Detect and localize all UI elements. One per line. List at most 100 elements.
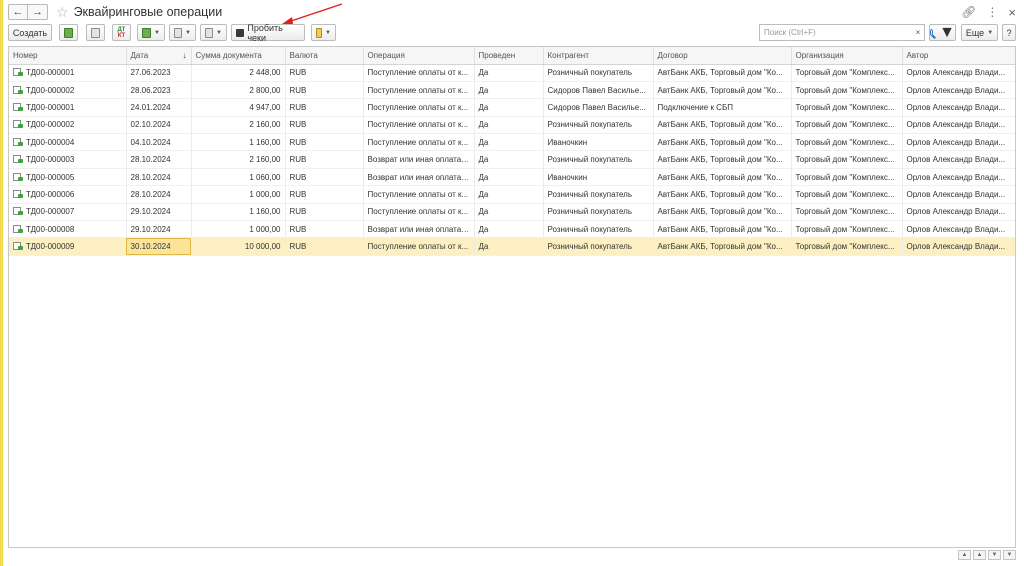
star-icon[interactable]: ☆ (56, 4, 69, 20)
create-button[interactable]: Создать (8, 24, 52, 41)
cell-contract[interactable]: АвтБанк АКБ, Торговый дом "Ко... (653, 133, 792, 152)
table-row[interactable]: ТД00-000009 30.10.2024 10 000,00 RUB Поступл… (9, 237, 1015, 256)
copy-button[interactable] (59, 24, 78, 41)
reports-button[interactable]: ▼ (169, 24, 196, 41)
create-based-on-button[interactable]: ▼ (137, 24, 165, 41)
cell-counterparty[interactable]: Розничный покупатель (543, 203, 654, 222)
cell-author[interactable]: Орлов Александр Влади... (902, 168, 1015, 187)
cell-author[interactable]: Орлов Александр Влади... (902, 150, 1015, 169)
cell-currency[interactable]: RUB (285, 168, 364, 187)
cell-sum[interactable]: 1 060,00 (191, 168, 286, 187)
column-header-counterparty[interactable]: Контрагент (543, 47, 654, 65)
cell-counterparty[interactable]: Розничный покупатель (543, 116, 654, 135)
table-row[interactable]: ТД00-000003 28.10.2024 2 160,00 RUB Возврат … (9, 150, 1015, 169)
cell-organization[interactable]: Торговый дом "Комплекс... (791, 185, 903, 204)
column-header-organization[interactable]: Организация (791, 47, 903, 65)
cell-sum[interactable]: 1 000,00 (191, 185, 286, 204)
cell-organization[interactable]: Торговый дом "Комплекс... (791, 98, 903, 117)
cell-currency[interactable]: RUB (285, 98, 364, 117)
column-header-date[interactable]: Дата ↓ (126, 47, 192, 65)
cell-organization[interactable]: Торговый дом "Комплекс... (791, 150, 903, 169)
cell-sum[interactable]: 2 448,00 (191, 64, 286, 82)
cell-currency[interactable]: RUB (285, 116, 364, 135)
cell-currency[interactable]: RUB (285, 133, 364, 152)
cell-counterparty[interactable]: Розничный покупатель (543, 237, 654, 256)
cell-date[interactable]: 28.10.2024 (126, 150, 192, 169)
cell-contract[interactable]: АвтБанк АКБ, Торговый дом "Ко... (653, 168, 792, 187)
cell-sum[interactable]: 10 000,00 (191, 237, 286, 256)
cell-counterparty[interactable]: Розничный покупатель (543, 185, 654, 204)
cell-author[interactable]: Орлов Александр Влади... (902, 98, 1015, 117)
cell-author[interactable]: Орлов Александр Влади... (902, 203, 1015, 222)
cell-operation[interactable]: Поступление оплаты от к... (363, 133, 475, 152)
cell-organization[interactable]: Торговый дом "Комплекс... (791, 81, 903, 100)
cell-posted[interactable]: Да (474, 133, 544, 152)
cell-operation[interactable]: Поступление оплаты от к... (363, 81, 475, 100)
cell-posted[interactable]: Да (474, 81, 544, 100)
cell-sum[interactable]: 4 947,00 (191, 98, 286, 117)
cell-contract[interactable]: АвтБанк АКБ, Торговый дом "Ко... (653, 203, 792, 222)
cell-organization[interactable]: Торговый дом "Комплекс... (791, 203, 903, 222)
search-button[interactable]: ▼ (929, 24, 956, 41)
cell-number[interactable]: ТД00-000003 (9, 150, 127, 169)
cell-number[interactable]: ТД00-000002 (9, 81, 127, 100)
cell-contract[interactable]: АвтБанк АКБ, Торговый дом "Ко... (653, 237, 792, 256)
column-header-posted[interactable]: Проведен (474, 47, 544, 65)
cell-currency[interactable]: RUB (285, 185, 364, 204)
table-row[interactable]: ТД00-000007 29.10.2024 1 160,00 RUB Поступле… (9, 203, 1015, 222)
kebab-menu-icon[interactable]: ⋮ (986, 5, 998, 19)
cell-author[interactable]: Орлов Александр Влади... (902, 185, 1015, 204)
table-row[interactable]: ТД00-000006 28.10.2024 1 000,00 RUB Поступле… (9, 185, 1015, 204)
cell-number[interactable]: ТД00-000004 (9, 133, 127, 152)
column-header-sum[interactable]: Сумма документа (191, 47, 286, 65)
cell-sum[interactable]: 2 160,00 (191, 116, 286, 135)
scroll-bottom-button[interactable]: ▼ (1003, 550, 1016, 560)
cell-organization[interactable]: Торговый дом "Комплекс... (791, 64, 903, 82)
scroll-top-button[interactable]: ▲ (958, 550, 971, 560)
cell-posted[interactable]: Да (474, 116, 544, 135)
cell-organization[interactable]: Торговый дом "Комплекс... (791, 116, 903, 135)
cell-author[interactable]: Орлов Александр Влади... (902, 133, 1015, 152)
cell-counterparty[interactable]: Сидоров Павел Василье... (543, 81, 654, 100)
cell-date[interactable]: 29.10.2024 (126, 203, 192, 222)
cell-date[interactable]: 27.06.2023 (126, 64, 192, 82)
cell-organization[interactable]: Торговый дом "Комплекс... (791, 220, 903, 239)
table-row[interactable]: ТД00-000004 04.10.2024 1 160,00 RUB Поступле… (9, 133, 1015, 152)
cell-counterparty[interactable]: Иваночкин (543, 168, 654, 187)
print-menu-button[interactable]: ▼ (200, 24, 227, 41)
acquiring-operations-table[interactable]: Номер Дата ↓ Сумма документа Валюта Опера… (8, 46, 1016, 548)
cell-posted[interactable]: Да (474, 203, 544, 222)
cell-contract[interactable]: АвтБанк АКБ, Торговый дом "Ко... (653, 64, 792, 82)
cell-contract[interactable]: АвтБанк АКБ, Торговый дом "Ко... (653, 150, 792, 169)
column-header-currency[interactable]: Валюта (285, 47, 364, 65)
cell-number[interactable]: ТД00-000006 (9, 185, 127, 204)
search-input[interactable]: Поиск (Ctrl+F) (759, 24, 913, 41)
cell-posted[interactable]: Да (474, 168, 544, 187)
cell-author[interactable]: Орлов Александр Влади... (902, 116, 1015, 135)
cell-posted[interactable]: Да (474, 98, 544, 117)
cell-date[interactable]: 28.10.2024 (126, 185, 192, 204)
cell-contract[interactable]: АвтБанк АКБ, Торговый дом "Ко... (653, 185, 792, 204)
cell-author[interactable]: Орлов Александр Влади... (902, 237, 1015, 256)
cell-number[interactable]: ТД00-000007 (9, 203, 127, 222)
cell-organization[interactable]: Торговый дом "Комплекс... (791, 237, 903, 256)
cell-operation[interactable]: Поступление оплаты от к... (363, 185, 475, 204)
cell-contract[interactable]: АвтБанк АКБ, Торговый дом "Ко... (653, 220, 792, 239)
cell-contract[interactable]: АвтБанк АКБ, Торговый дом "Ко... (653, 116, 792, 135)
cell-date[interactable]: 30.10.2024 (126, 237, 192, 256)
cell-posted[interactable]: Да (474, 185, 544, 204)
cell-currency[interactable]: RUB (285, 64, 364, 82)
cell-date[interactable]: 28.06.2023 (126, 81, 192, 100)
search-clear-button[interactable]: × (912, 24, 925, 41)
cell-currency[interactable]: RUB (285, 81, 364, 100)
cell-currency[interactable]: RUB (285, 150, 364, 169)
cell-operation[interactable]: Поступление оплаты от к... (363, 203, 475, 222)
cell-counterparty[interactable]: Иваночкин (543, 133, 654, 152)
cell-number[interactable]: ТД00-000001 (9, 64, 127, 82)
list-button[interactable] (86, 24, 105, 41)
cell-number[interactable]: ТД00-000009 (9, 237, 127, 256)
more-button[interactable]: Еще ▼ (961, 24, 998, 41)
scroll-up-button[interactable]: ▲ (973, 550, 986, 560)
table-row[interactable]: ТД00-000005 28.10.2024 1 060,00 RUB Возврат … (9, 168, 1015, 187)
cell-posted[interactable]: Да (474, 64, 544, 82)
